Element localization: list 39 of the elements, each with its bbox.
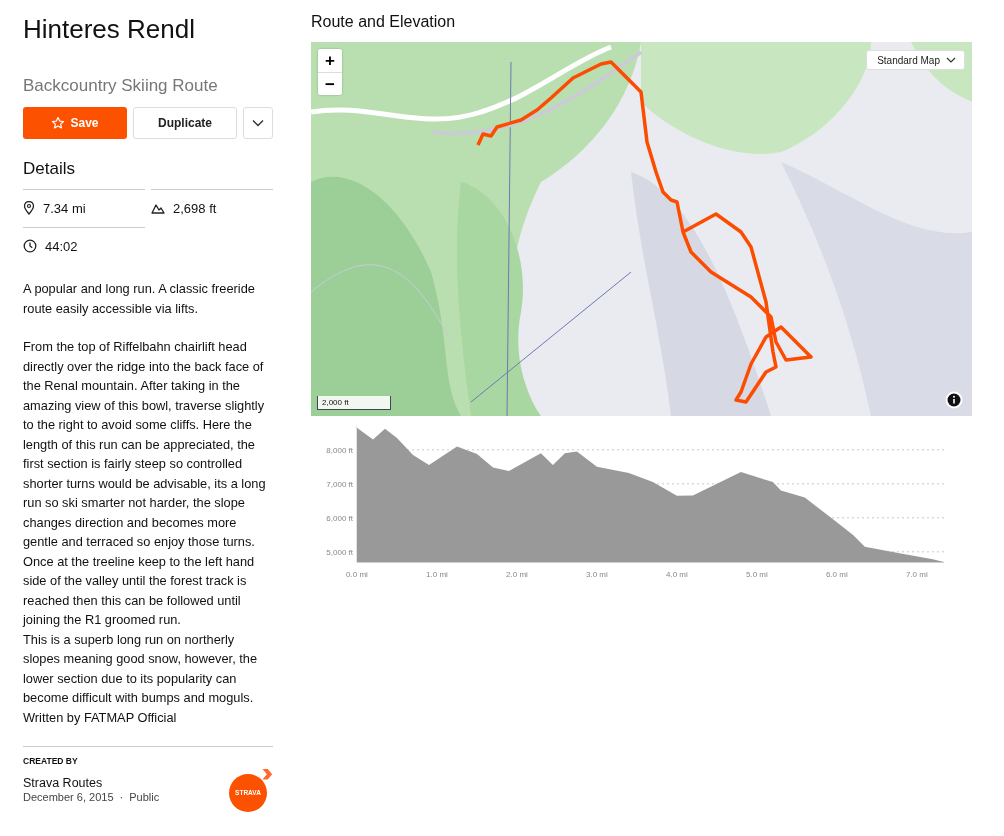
separator-dot: · <box>119 791 124 803</box>
axis-label: 3.0 mi <box>586 570 608 579</box>
zoom-out-button[interactable]: − <box>318 72 342 95</box>
visibility-label: Public <box>129 791 160 803</box>
route-title: Hinteres Rendl <box>23 14 196 44</box>
axis-label: 4.0 mi <box>666 570 688 579</box>
axis-label: 7.0 mi <box>905 570 928 579</box>
info-icon[interactable] <box>945 391 963 409</box>
axis-label: 2.0 mi <box>506 570 528 579</box>
axis-label: 5,000 ft <box>326 547 353 557</box>
map-scale: 2,000 ft <box>317 396 391 410</box>
route-type: Backcountry Skiing Route <box>23 76 219 96</box>
axis-label: 6,000 ft <box>326 513 353 523</box>
stat-value: 2,698 ft <box>173 200 217 216</box>
stat-value: 44:02 <box>45 238 78 254</box>
axis-label: 0.0 mi <box>346 570 368 579</box>
created-date: December 6, 2015 <box>23 791 114 803</box>
star-icon <box>51 116 66 130</box>
mountain-icon <box>151 202 165 214</box>
map-style-dropdown[interactable]: Standard Map <box>866 50 965 70</box>
created-by-label: CREATED BY <box>23 756 79 766</box>
details-heading: Details <box>23 159 76 179</box>
axis-label: 7,000 ft <box>326 479 353 489</box>
duplicate-button[interactable]: Duplicate <box>133 107 237 139</box>
stat-value: 7.34 mi <box>43 200 86 216</box>
clock-icon <box>23 239 37 253</box>
creator-name[interactable]: Strava Routes <box>23 776 160 790</box>
section-heading: Route and Elevation <box>311 13 457 31</box>
axis-label: 1.0 mi <box>426 570 448 579</box>
axis-label: 6.0 mi <box>825 570 848 579</box>
chevron-down-icon <box>946 57 956 63</box>
more-button[interactable] <box>243 107 273 139</box>
zoom-in-button[interactable]: + <box>318 49 342 72</box>
description-text: From the top of Riffelbahn chairlift head directly over the ridge into the back face of the Renal mountain. After taking in the amazing view of this bowl, traverse slightly to the right to avoid some cliffs. Here the length of this run can be appreciated, the first section is fairly steep so controlled shorter turns would be advisable, its a long run so ski smarter not harder, the slope changes direction and becomes more gentle and terraced so enjoy those turns. Once at the treeline keep to the left hand side of the valley until the forest track is reached then this can be followed until joining the R1 groomed run. This is a superb long run on northerly slopes meaning good snow, however, the lower section due to its popularity can become difficult with bumps and moguls. Written by FATMAP Official <box>23 338 267 727</box>
chevron-down-icon <box>252 119 264 127</box>
axis-label: 8,000 ft <box>326 445 353 455</box>
location-pin-icon <box>23 201 35 215</box>
description-text: A popular and long run. A classic freeride route easily accessible via lifts. <box>23 280 256 318</box>
axis-label: 5.0 mi <box>745 570 768 579</box>
